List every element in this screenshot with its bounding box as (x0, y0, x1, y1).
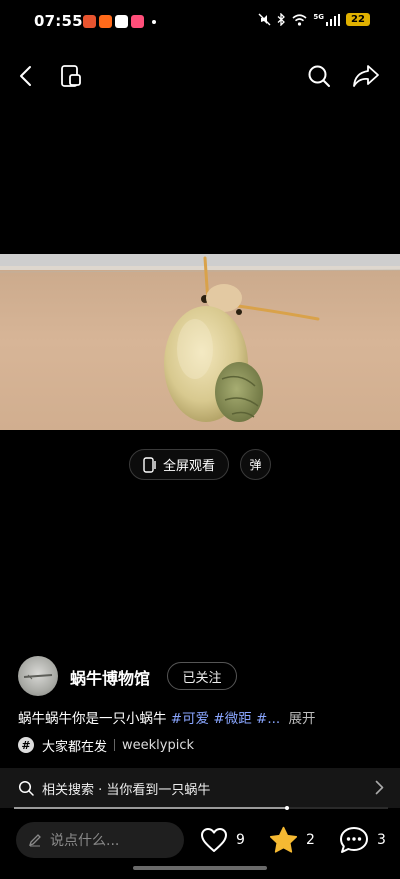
taobao-icon (99, 15, 112, 28)
notification-icons (83, 15, 156, 28)
map-pin-icon (115, 15, 128, 28)
search-button[interactable] (305, 62, 333, 90)
like-count: 9 (236, 832, 245, 848)
bluetooth-icon (277, 13, 286, 26)
author-name[interactable]: 蜗牛博物馆 (70, 665, 150, 689)
search-icon (18, 780, 34, 796)
comment-bubble-icon (340, 827, 368, 853)
float-window-button[interactable] (57, 62, 85, 90)
mute-icon (258, 13, 271, 26)
caption-text: 蜗牛蜗牛你是一只小蜗牛 (18, 711, 167, 727)
related-search-label: 相关搜索 · 当你看到一只蜗牛 (42, 782, 211, 798)
heart-icon (201, 828, 227, 852)
topic-row[interactable]: # 大家都在发 weeklypick (18, 735, 194, 755)
wifi-icon (292, 13, 307, 26)
comment-count: 3 (377, 832, 386, 848)
fullscreen-button[interactable]: 全屏观看 (129, 449, 229, 480)
signal-label: 5G (313, 12, 324, 21)
video-controls: 全屏观看 弹 (0, 449, 400, 480)
video-progress-bar[interactable] (14, 806, 388, 810)
share-button[interactable] (352, 62, 380, 90)
back-button[interactable] (12, 62, 40, 90)
author-row: 蜗牛博物馆 已关注 (18, 656, 388, 696)
hashtag-icon: # (18, 737, 34, 753)
bottom-action-bar: 说点什么... 9 2 3 (0, 820, 400, 860)
topic-primary[interactable]: 大家都在发 (42, 736, 107, 755)
progress-fill (14, 807, 288, 809)
danmu-label: 弹 (249, 458, 262, 472)
status-bar: 07:55 5G 22 (0, 0, 400, 44)
danmu-button[interactable]: 弹 (240, 449, 271, 480)
topic-secondary[interactable]: weeklypick (122, 738, 194, 753)
signal-icon (326, 13, 340, 26)
more-notifications-icon (152, 19, 156, 24)
video-player[interactable] (0, 254, 400, 430)
hashtag-cute[interactable]: #可爱 (171, 711, 209, 727)
like-button[interactable]: 9 (200, 824, 245, 856)
related-search-bar[interactable]: 相关搜索 · 当你看到一只蜗牛 (0, 768, 400, 808)
post-caption: 蜗牛蜗牛你是一只小蜗牛 #可爱 #微距 #... 展开 (18, 707, 316, 727)
star-count: 2 (306, 832, 315, 848)
snail-video-frame (0, 254, 400, 430)
progress-handle[interactable] (285, 806, 290, 810)
app-icon (131, 15, 144, 28)
pencil-icon (28, 834, 41, 847)
expand-link[interactable]: 展开 (289, 711, 316, 727)
status-time: 07:55 (34, 12, 83, 30)
avatar[interactable] (18, 656, 58, 696)
avatar-image (23, 674, 53, 680)
follow-button[interactable]: 已关注 (167, 662, 237, 690)
fullscreen-icon (143, 456, 156, 473)
star-icon (269, 826, 298, 853)
collect-button[interactable]: 2 (269, 824, 315, 856)
fullscreen-label: 全屏观看 (162, 459, 215, 474)
system-indicators: 5G 22 (258, 13, 370, 26)
comment-placeholder: 说点什么... (50, 833, 120, 849)
hashtag-more[interactable]: #... (256, 711, 280, 727)
home-indicator[interactable] (133, 866, 267, 870)
comment-input[interactable]: 说点什么... (16, 822, 184, 858)
search-icon (308, 65, 330, 87)
chevron-right-icon (375, 780, 384, 795)
battery-icon: 22 (346, 13, 370, 26)
weibo-icon (83, 15, 96, 28)
hashtag-macro[interactable]: #微距 (213, 711, 251, 727)
floating-window-icon (61, 65, 81, 87)
topic-divider (114, 739, 116, 751)
share-icon (353, 65, 379, 87)
top-navigation (0, 54, 400, 98)
chevron-left-icon (20, 66, 31, 86)
comment-button[interactable]: 3 (339, 824, 386, 856)
